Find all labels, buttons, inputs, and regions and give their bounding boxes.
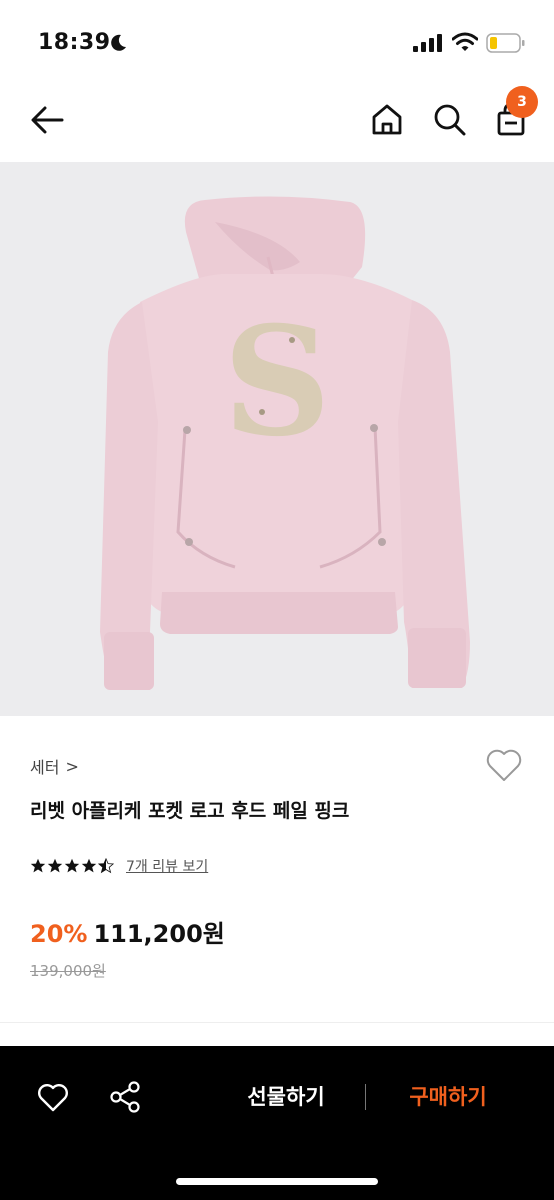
star-icon: [30, 858, 46, 873]
product-image[interactable]: S: [0, 162, 554, 716]
half-star-icon: [98, 858, 114, 874]
heart-icon[interactable]: [36, 1081, 70, 1113]
bottom-action-bar: 선물하기 구매하기: [0, 1046, 554, 1200]
moon-icon: [111, 34, 126, 51]
heart-icon[interactable]: [484, 746, 524, 784]
discount-rate: 20%: [30, 920, 88, 948]
gift-button[interactable]: 선물하기: [228, 1076, 344, 1116]
star-icon: [47, 858, 63, 873]
rating-row: 7개 리뷰 보기: [30, 856, 208, 876]
star-rating: [30, 858, 114, 874]
share-icon[interactable]: [108, 1080, 142, 1114]
button-divider: [365, 1084, 366, 1110]
hoodie-illustration: S: [100, 196, 470, 690]
buy-button[interactable]: 구매하기: [388, 1076, 508, 1116]
product-title: 리벳 아플리케 포켓 로고 후드 페일 핑크: [30, 800, 350, 822]
search-icon[interactable]: [430, 100, 468, 138]
review-link[interactable]: 7개 리뷰 보기: [126, 856, 208, 876]
back-arrow-icon[interactable]: [28, 100, 68, 140]
svg-text:S: S: [223, 294, 331, 470]
cart-count-badge: 3: [506, 86, 538, 118]
star-icon: [64, 858, 80, 873]
status-time: 18:39: [38, 30, 111, 55]
price-row: 20% 111,200원: [30, 914, 225, 949]
home-icon[interactable]: [368, 100, 406, 138]
category-breadcrumb[interactable]: 세터 >: [30, 754, 79, 778]
top-navigation: 3: [0, 80, 554, 162]
category-label: 세터: [30, 758, 60, 777]
original-price: 139,000원: [30, 962, 106, 980]
signal-icon: [413, 34, 442, 52]
battery-icon: [486, 33, 525, 53]
star-icon: [81, 858, 97, 873]
wifi-icon: [452, 32, 478, 51]
chevron-right-icon: >: [65, 756, 79, 776]
sale-price: 111,200원: [93, 920, 225, 948]
divider: [0, 1022, 554, 1023]
status-bar: 18:39: [0, 0, 554, 80]
home-indicator: [176, 1178, 378, 1185]
